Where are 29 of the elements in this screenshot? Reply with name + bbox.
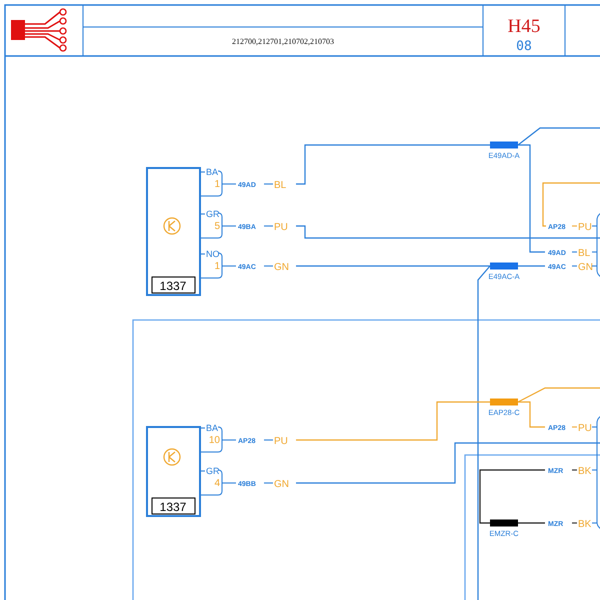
pin-number: 10 [208, 435, 220, 446]
part-numbers: 212700,212701,210702,210703 [232, 37, 334, 46]
color-code: PU [274, 222, 288, 233]
diagram-code: H45 [508, 16, 540, 37]
color-code: PU [578, 222, 592, 233]
color-code: GN [578, 262, 593, 273]
color-code: GN [274, 262, 289, 273]
cavity-label: NO [206, 249, 220, 259]
component-number: 1337 [152, 276, 196, 294]
pin-number: 5 [214, 221, 220, 232]
color-code: BK [578, 466, 592, 477]
pin-number: 4 [214, 478, 220, 489]
component-number: 1337 [152, 498, 196, 514]
cavity-label: GR [206, 466, 220, 476]
pin-number: 1 [214, 179, 220, 190]
color-code: PU [578, 423, 592, 434]
transistor-icon [163, 217, 181, 235]
color-code: PU [274, 436, 288, 447]
color-code: BK [578, 519, 592, 530]
pin-number: 1 [214, 261, 220, 272]
cavity-label: BA [206, 423, 218, 433]
sheet-number: 08 [516, 39, 532, 54]
harness-logo-icon [11, 8, 67, 52]
cavity-label: BA [206, 167, 218, 177]
cavity-label: GR [206, 209, 220, 219]
transistor-icon [163, 448, 181, 466]
color-code: GN [274, 479, 289, 490]
color-code: BL [578, 248, 590, 259]
color-code: BL [274, 180, 286, 191]
